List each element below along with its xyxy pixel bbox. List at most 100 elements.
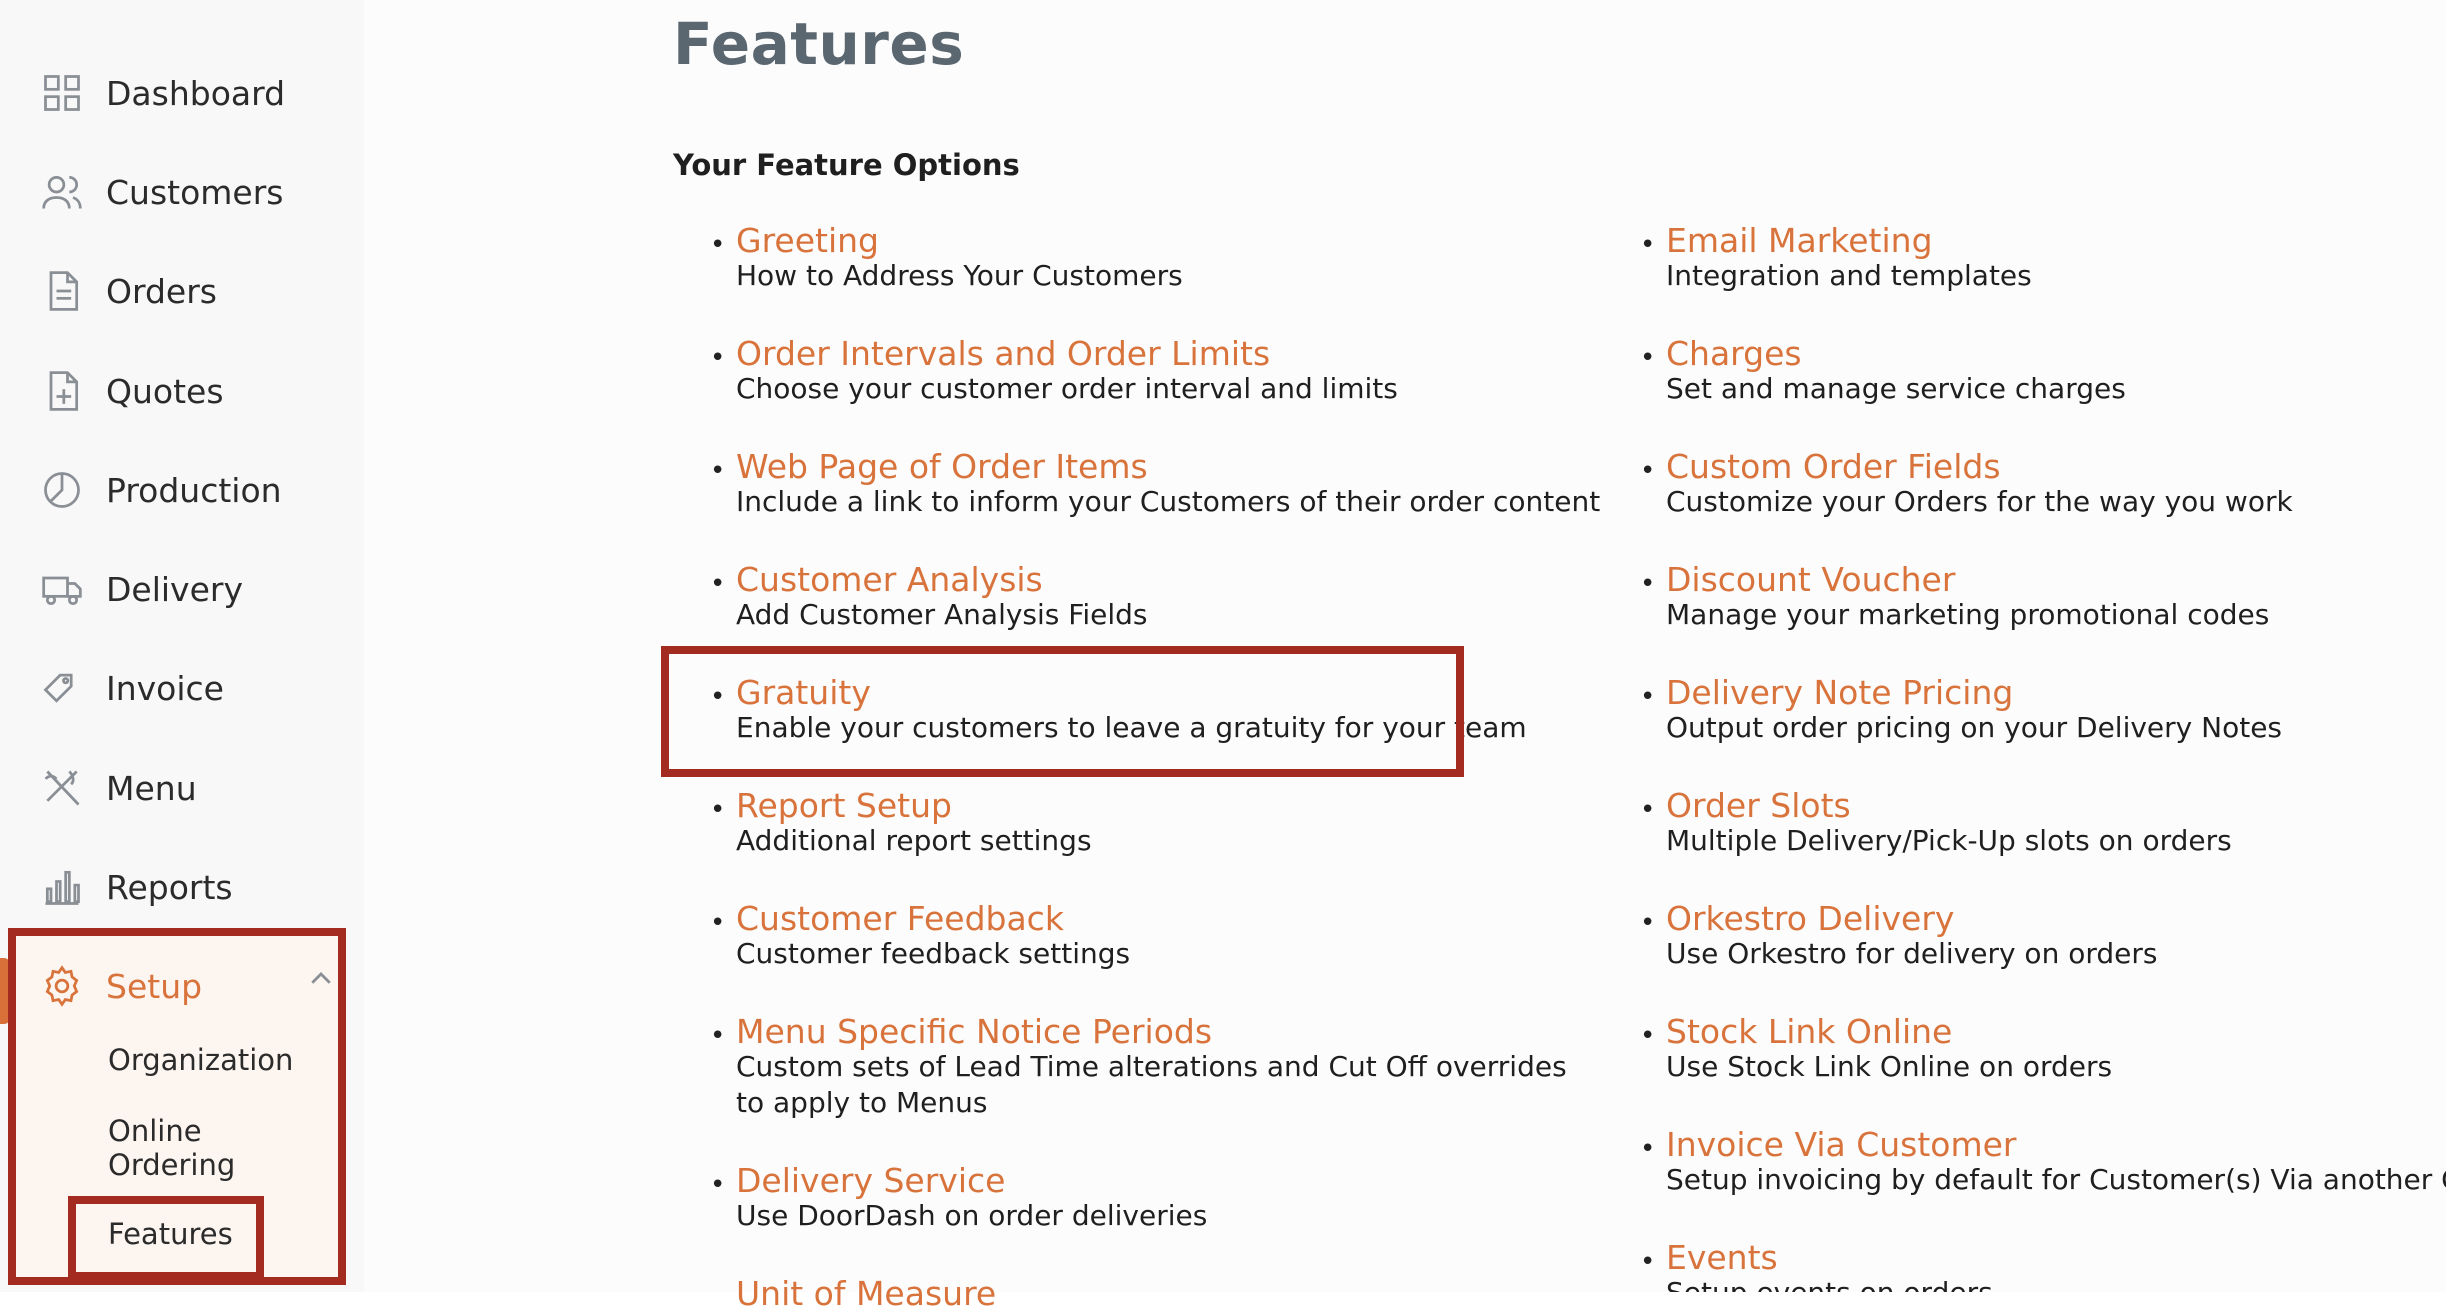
feature-item: • Custom Order Fields Customize your Ord… (1640, 448, 2446, 520)
features-highlight-box (68, 1196, 264, 1280)
feature-desc: Manage your marketing promotional codes (1666, 598, 2270, 631)
feature-item: • Orkestro Delivery Use Orkestro for del… (1640, 900, 2446, 972)
sidebar-item-orders[interactable]: Orders (0, 251, 364, 331)
feature-desc: Choose your customer order interval and … (736, 372, 1398, 405)
feature-link-delivery-service[interactable]: Delivery Service (736, 1162, 1636, 1200)
feature-item: Unit of Measure (736, 1275, 1636, 1313)
feature-link-customer-analysis[interactable]: Customer Analysis (736, 561, 1636, 599)
customers-icon (40, 170, 84, 214)
feature-link-invoice-via-customer[interactable]: Invoice Via Customer (1666, 1126, 2446, 1164)
feature-link-orkestro-delivery[interactable]: Orkestro Delivery (1666, 900, 2446, 938)
feature-desc: How to Address Your Customers (736, 259, 1183, 292)
feature-item: • Delivery Service Use DoorDash on order… (710, 1162, 1636, 1234)
bullet-icon: • (1640, 456, 1656, 486)
feature-link-order-intervals[interactable]: Order Intervals and Order Limits (736, 335, 1636, 373)
feature-link-order-slots[interactable]: Order Slots (1666, 787, 2446, 825)
feature-item: • Delivery Note Pricing Output order pri… (1640, 674, 2446, 746)
feature-link-customer-feedback[interactable]: Customer Feedback (736, 900, 1636, 938)
sidebar: Dashboard Customers Orders Quotes Produc… (0, 0, 364, 1292)
feature-desc: Additional report settings (736, 824, 1092, 857)
feature-desc: Add Customer Analysis Fields (736, 598, 1148, 631)
bullet-icon: • (710, 230, 726, 260)
feature-link-events[interactable]: Events (1666, 1239, 2446, 1277)
bullet-icon: • (710, 343, 726, 373)
sidebar-item-quotes[interactable]: Quotes (0, 351, 364, 431)
feature-link-greeting[interactable]: Greeting (736, 222, 1636, 260)
sidebar-item-label: Delivery (106, 569, 243, 609)
feature-link-unit-of-measure[interactable]: Unit of Measure (736, 1275, 1636, 1313)
sidebar-item-delivery[interactable]: Delivery (0, 549, 364, 629)
orders-icon (40, 269, 84, 313)
feature-item: • Customer Analysis Add Customer Analysi… (710, 561, 1636, 633)
bullet-icon: • (1640, 230, 1656, 260)
bullet-icon: • (1640, 569, 1656, 599)
feature-desc: Include a link to inform your Customers … (736, 485, 1601, 518)
menu-utensils-icon (40, 766, 84, 810)
feature-item: • Stock Link Online Use Stock Link Onlin… (1640, 1013, 2446, 1085)
feature-link-discount-voucher[interactable]: Discount Voucher (1666, 561, 2446, 599)
feature-desc: Output order pricing on your Delivery No… (1666, 711, 2283, 744)
section-title: Your Feature Options (673, 148, 1020, 182)
sidebar-item-production[interactable]: Production (0, 450, 364, 530)
invoice-tag-icon (40, 666, 84, 710)
feature-desc: Customize your Orders for the way you wo… (1666, 485, 2293, 518)
feature-desc: Setup invoicing by default for Customer(… (1666, 1163, 2446, 1196)
bullet-icon: • (710, 1021, 726, 1051)
feature-link-email-marketing[interactable]: Email Marketing (1666, 222, 2446, 260)
sidebar-item-customers[interactable]: Customers (0, 152, 364, 232)
bullet-icon: • (710, 908, 726, 938)
bullet-icon: • (710, 1170, 726, 1200)
gratuity-highlight-box (661, 646, 1464, 777)
reports-chart-icon (40, 865, 84, 909)
sidebar-item-dashboard[interactable]: Dashboard (0, 53, 364, 133)
sidebar-item-label: Dashboard (106, 73, 286, 113)
bullet-icon: • (1640, 343, 1656, 373)
feature-item: • Customer Feedback Customer feedback se… (710, 900, 1636, 972)
feature-link-stock-link-online[interactable]: Stock Link Online (1666, 1013, 2446, 1051)
bullet-icon: • (1640, 1247, 1656, 1277)
feature-item: • Discount Voucher Manage your marketing… (1640, 561, 2446, 633)
feature-item: • Greeting How to Address Your Customers (710, 222, 1636, 294)
feature-link-web-page-order-items[interactable]: Web Page of Order Items (736, 448, 1636, 486)
sidebar-item-reports[interactable]: Reports (0, 847, 364, 927)
delivery-truck-icon (40, 567, 84, 611)
page-title: Features (673, 10, 965, 78)
sidebar-item-label: Quotes (106, 371, 224, 411)
quotes-icon (40, 369, 84, 413)
bullet-icon: • (1640, 795, 1656, 825)
sidebar-item-label: Menu (106, 768, 197, 808)
dashboard-icon (40, 71, 84, 115)
feature-item: • Charges Set and manage service charges (1640, 335, 2446, 407)
feature-desc: Custom sets of Lead Time alterations and… (736, 1050, 1567, 1119)
sidebar-item-label: Orders (106, 271, 217, 311)
feature-item: • Order Intervals and Order Limits Choos… (710, 335, 1636, 407)
production-icon (40, 468, 84, 512)
bullet-icon: • (710, 569, 726, 599)
feature-item: • Web Page of Order Items Include a link… (710, 448, 1636, 520)
feature-link-charges[interactable]: Charges (1666, 335, 2446, 373)
bullet-icon: • (1640, 1134, 1656, 1164)
bullet-icon: • (710, 795, 726, 825)
bullet-icon: • (710, 456, 726, 486)
sidebar-item-menu[interactable]: Menu (0, 748, 364, 828)
feature-desc: Use DoorDash on order deliveries (736, 1199, 1208, 1232)
feature-desc: Integration and templates (1666, 259, 2032, 292)
sidebar-item-label: Production (106, 470, 282, 510)
bullet-icon: • (1640, 908, 1656, 938)
sidebar-item-label: Customers (106, 172, 284, 212)
feature-link-report-setup[interactable]: Report Setup (736, 787, 1636, 825)
sidebar-item-label: Invoice (106, 668, 224, 708)
feature-link-menu-notice-periods[interactable]: Menu Specific Notice Periods (736, 1013, 1596, 1051)
feature-desc: Multiple Delivery/Pick-Up slots on order… (1666, 824, 2232, 857)
feature-link-delivery-note-pricing[interactable]: Delivery Note Pricing (1666, 674, 2446, 712)
feature-item: Events Setup events on orders (1666, 1239, 2446, 1292)
feature-desc: Use Orkestro for delivery on orders (1666, 937, 2158, 970)
feature-link-custom-order-fields[interactable]: Custom Order Fields (1666, 448, 2446, 486)
feature-item: Invoice Via Customer Setup invoicing by … (1666, 1126, 2446, 1198)
feature-item: • Email Marketing Integration and templa… (1640, 222, 2446, 294)
feature-item: • Report Setup Additional report setting… (710, 787, 1636, 859)
bullet-icon: • (1640, 1021, 1656, 1051)
sidebar-item-invoice[interactable]: Invoice (0, 648, 364, 728)
feature-desc: Customer feedback settings (736, 937, 1131, 970)
sidebar-item-label: Reports (106, 867, 233, 907)
